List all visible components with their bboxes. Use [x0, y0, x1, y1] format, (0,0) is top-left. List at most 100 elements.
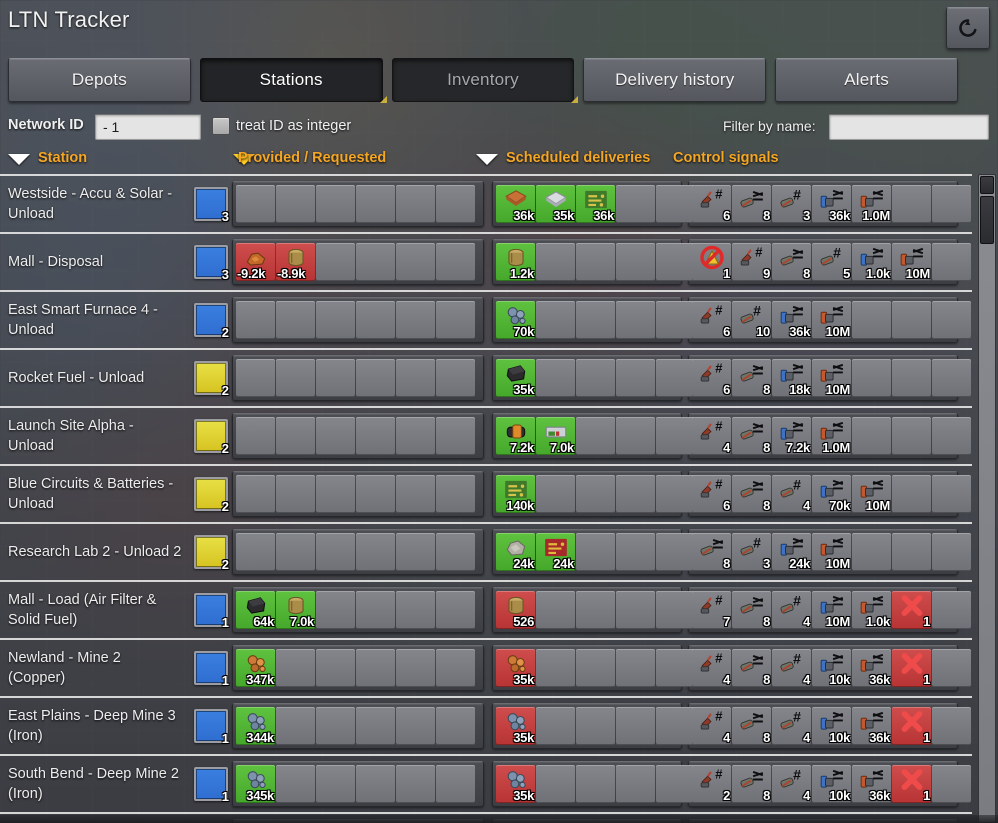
empty-slot[interactable] [356, 475, 395, 513]
network-color-swatch[interactable]: 1 [194, 593, 229, 630]
empty-slot[interactable] [356, 591, 395, 629]
control-signal-slot[interactable]: 8 [692, 533, 731, 571]
empty-slot[interactable] [932, 765, 971, 803]
item-slot[interactable]: 36k [496, 185, 535, 223]
control-signal-slot[interactable]: #6 [692, 185, 731, 223]
network-id-cell[interactable]: 3 [190, 234, 232, 290]
empty-slot[interactable] [656, 359, 695, 397]
network-id-cell[interactable]: 2 [190, 524, 232, 580]
column-header-station[interactable]: Station [38, 150, 87, 166]
empty-slot[interactable] [276, 359, 315, 397]
control-signal-slot[interactable]: 8 [772, 243, 811, 281]
item-slot[interactable]: 35k [496, 359, 535, 397]
empty-slot[interactable] [576, 243, 615, 281]
control-signal-slot[interactable]: #6 [692, 301, 731, 339]
empty-slot[interactable] [276, 533, 315, 571]
empty-slot[interactable] [316, 359, 355, 397]
empty-slot[interactable] [656, 533, 695, 571]
control-signal-slot[interactable]: 36k [852, 707, 891, 745]
empty-slot[interactable] [356, 185, 395, 223]
station-name-cell[interactable]: Mall - Load (Air Filter & Solid Fuel) [0, 582, 190, 638]
empty-slot[interactable] [616, 533, 655, 571]
control-signal-slot[interactable]: 1 [892, 649, 931, 687]
empty-slot[interactable] [276, 301, 315, 339]
tab-delivery-history[interactable]: Delivery history [583, 58, 767, 102]
control-signal-slot[interactable]: 1 [892, 765, 931, 803]
empty-slot[interactable] [892, 533, 931, 571]
control-signal-slot[interactable]: 1 [692, 243, 731, 281]
empty-slot[interactable] [316, 765, 355, 803]
empty-slot[interactable] [656, 185, 695, 223]
empty-slot[interactable] [576, 301, 615, 339]
empty-slot[interactable] [236, 533, 275, 571]
item-slot[interactable]: -9.2k [236, 243, 275, 281]
empty-slot[interactable] [316, 417, 355, 455]
empty-slot[interactable] [932, 533, 971, 571]
control-signal-slot[interactable]: #4 [772, 765, 811, 803]
control-signal-slot[interactable]: 10M [892, 243, 931, 281]
network-color-swatch[interactable]: 2 [194, 361, 229, 398]
control-signal-slot[interactable]: 10k [812, 765, 851, 803]
empty-slot[interactable] [276, 765, 315, 803]
empty-slot[interactable] [892, 185, 931, 223]
empty-slot[interactable] [276, 649, 315, 687]
item-slot[interactable]: 7.0k [276, 591, 315, 629]
empty-slot[interactable] [356, 533, 395, 571]
control-signal-slot[interactable]: 8 [732, 475, 771, 513]
empty-slot[interactable] [316, 649, 355, 687]
table-row[interactable]: Research Lab 2 - Unload 2 2 24k 24k 8 #3 24k 10… [0, 522, 972, 580]
sort-arrow-station[interactable] [8, 154, 30, 165]
empty-slot[interactable] [656, 765, 695, 803]
network-id-cell[interactable]: 2 [190, 350, 232, 406]
table-row[interactable]: Launch Site Alpha - Unload 2 7.2k 7.0k #4 8 7.… [0, 406, 972, 464]
empty-slot[interactable] [316, 707, 355, 745]
table-row[interactable]: Rocket Fuel - Unload 2 35k #6 8 18k 10M [0, 348, 972, 406]
control-signal-slot[interactable]: #4 [692, 707, 731, 745]
empty-slot[interactable] [276, 707, 315, 745]
empty-slot[interactable] [316, 475, 355, 513]
control-signal-slot[interactable]: #4 [692, 417, 731, 455]
empty-slot[interactable] [396, 417, 435, 455]
empty-slot[interactable] [932, 243, 971, 281]
empty-slot[interactable] [536, 243, 575, 281]
empty-slot[interactable] [436, 185, 475, 223]
empty-slot[interactable] [616, 591, 655, 629]
empty-slot[interactable] [576, 707, 615, 745]
empty-slot[interactable] [576, 359, 615, 397]
empty-slot[interactable] [436, 707, 475, 745]
item-slot[interactable]: 7.2k [496, 417, 535, 455]
empty-slot[interactable] [436, 301, 475, 339]
network-id-cell[interactable]: 2 [190, 292, 232, 348]
empty-slot[interactable] [616, 475, 655, 513]
station-name-cell[interactable]: South Bend - Deep Mine 2 (Iron) [0, 756, 190, 812]
tab-depots[interactable]: Depots [8, 58, 191, 102]
empty-slot[interactable] [316, 301, 355, 339]
empty-slot[interactable] [316, 185, 355, 223]
empty-slot[interactable] [656, 591, 695, 629]
empty-slot[interactable] [396, 359, 435, 397]
empty-slot[interactable] [616, 649, 655, 687]
sort-arrow-scheduled-deliveries[interactable] [476, 154, 498, 165]
control-signal-slot[interactable]: #9 [732, 243, 771, 281]
scrollbar-up-button[interactable] [980, 176, 994, 194]
control-signal-slot[interactable]: 10M [852, 475, 891, 513]
empty-slot[interactable] [616, 417, 655, 455]
empty-slot[interactable] [396, 185, 435, 223]
station-name-cell[interactable]: Mall - Disposal [0, 234, 190, 290]
control-signal-slot[interactable]: 1.0k [852, 243, 891, 281]
empty-slot[interactable] [656, 301, 695, 339]
item-slot[interactable]: 344k [236, 707, 275, 745]
empty-slot[interactable] [316, 533, 355, 571]
empty-slot[interactable] [616, 765, 655, 803]
empty-slot[interactable] [852, 417, 891, 455]
table-row[interactable]: East Plains - Deep Mine 3 (Iron) 1 344k 35k… [0, 696, 972, 754]
control-signal-slot[interactable]: 36k [812, 185, 851, 223]
network-id-cell[interactable]: 1 [190, 698, 232, 754]
refresh-button[interactable] [946, 7, 990, 49]
control-signal-slot[interactable]: #10 [732, 301, 771, 339]
control-signal-slot[interactable]: 24k [772, 533, 811, 571]
item-slot[interactable]: 35k [496, 765, 535, 803]
control-signal-slot[interactable]: #3 [732, 533, 771, 571]
empty-slot[interactable] [316, 243, 355, 281]
control-signal-slot[interactable]: 36k [772, 301, 811, 339]
